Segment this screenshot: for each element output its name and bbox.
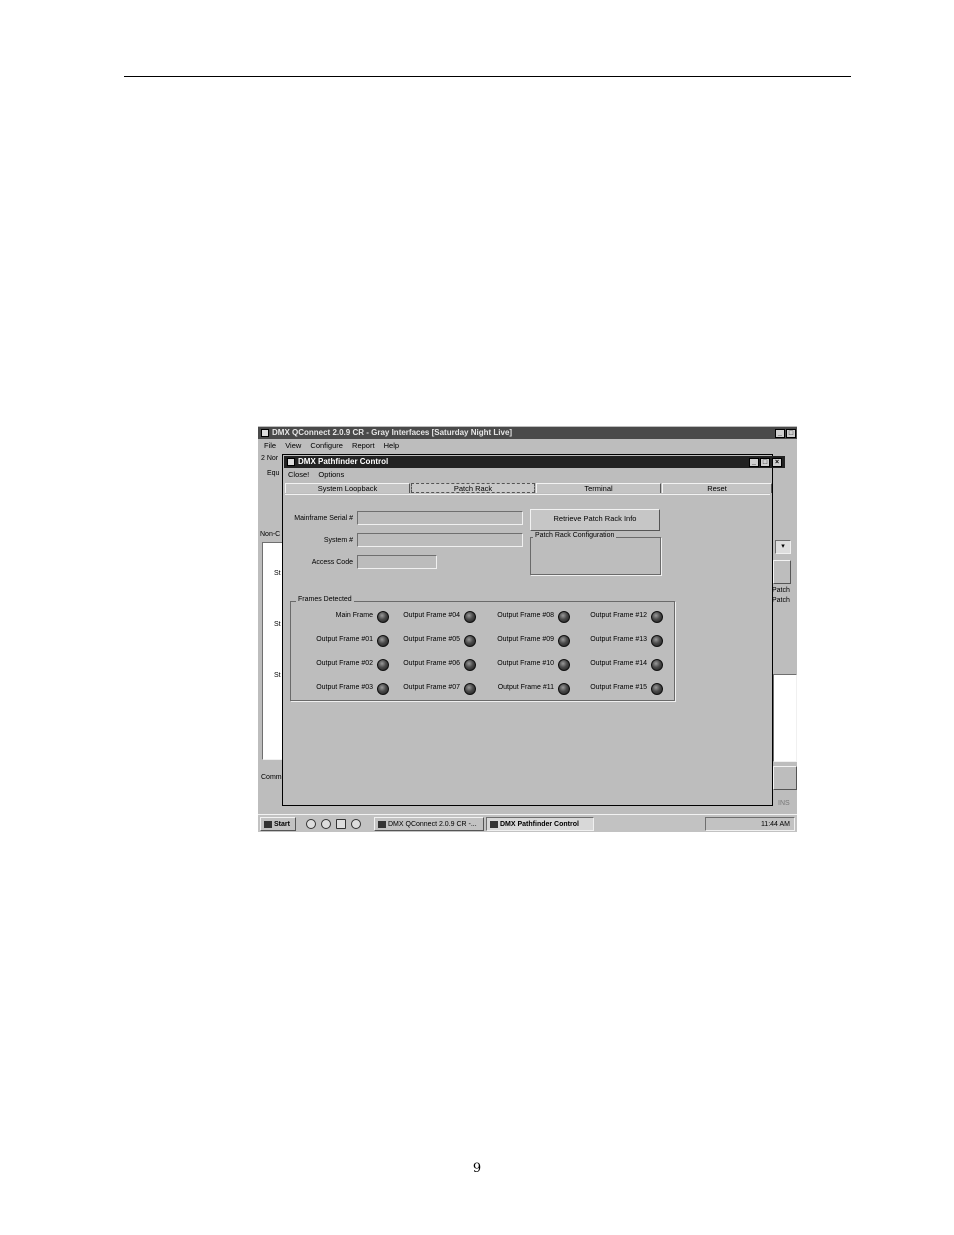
desktop-icon[interactable]	[336, 819, 346, 829]
frames-detected-title: Frames Detected	[296, 596, 354, 603]
dialog-close-icon[interactable]: ×	[772, 458, 782, 467]
led-indicator	[464, 611, 476, 623]
mainframe-serial-label: Mainframe Serial #	[294, 515, 353, 522]
main-window-titlebar[interactable]: DMX QConnect 2.0.9 CR - Gray Interfaces …	[258, 427, 797, 439]
frame-main: Main Frame	[291, 611, 391, 625]
tray-clock[interactable]: 11:44 AM	[761, 821, 790, 828]
frame-output-03: Output Frame #03	[291, 683, 391, 697]
dialog-app-icon	[287, 458, 295, 466]
start-label: Start	[274, 821, 290, 828]
windows-logo-icon	[264, 821, 272, 828]
bg-label-comm: Comm	[261, 774, 282, 781]
system-number-label: System #	[323, 537, 353, 544]
channel-icon[interactable]	[351, 819, 361, 829]
main-menubar: File View Configure Report Help	[264, 440, 406, 451]
dialog-menubar: Close! Options	[288, 469, 351, 480]
access-code-field[interactable]	[357, 555, 437, 569]
led-indicator	[464, 683, 476, 695]
dialog-minimize-icon[interactable]: _	[749, 458, 759, 467]
patch-rack-panel: Mainframe Serial # System # Access Code …	[285, 494, 770, 803]
frame-output-10: Output Frame #10	[476, 659, 572, 673]
frame-output-09: Output Frame #09	[476, 635, 572, 649]
tab-terminal[interactable]: Terminal	[536, 483, 661, 493]
pathfinder-task-icon	[490, 821, 498, 828]
bg-group-non: Non-C	[260, 531, 281, 538]
task-pathfinder[interactable]: DMX Pathfinder Control	[486, 817, 594, 831]
led-indicator	[651, 611, 663, 623]
menu-options[interactable]: Options	[318, 470, 344, 479]
screenshot: DMX QConnect 2.0.9 CR - Gray Interfaces …	[258, 426, 797, 832]
task-pathfinder-label: DMX Pathfinder Control	[500, 821, 579, 828]
led-indicator	[558, 611, 570, 623]
frame-output-11: Output Frame #11	[476, 683, 572, 697]
menu-report[interactable]: Report	[352, 441, 375, 450]
task-qconnect[interactable]: DMX QConnect 2.0.9 CR -...	[374, 817, 484, 831]
app-icon	[261, 429, 269, 437]
bg-label-patch-1: Patch	[772, 587, 790, 594]
access-code-label: Access Code	[311, 559, 353, 566]
tab-patch-rack[interactable]: Patch Rack	[411, 483, 535, 493]
bg-label-st-2: St	[274, 621, 281, 628]
pathfinder-dialog: DMX Pathfinder Control _ □ × Close! Opti…	[282, 454, 785, 806]
mail-icon[interactable]	[321, 819, 331, 829]
frame-output-15: Output Frame #15	[570, 683, 665, 697]
tool-icon[interactable]	[773, 766, 797, 790]
led-indicator	[558, 635, 570, 647]
main-window-title: DMX QConnect 2.0.9 CR - Gray Interfaces …	[272, 428, 513, 437]
patch-rack-config-title: Patch Rack Configuration	[533, 532, 617, 539]
tab-system-loopback[interactable]: System Loopback	[285, 483, 410, 493]
menu-configure[interactable]: Configure	[310, 441, 343, 450]
frame-output-01: Output Frame #01	[291, 635, 391, 649]
frames-detected-group: Frames Detected Main Frame Output Frame …	[290, 596, 675, 701]
tab-reset[interactable]: Reset	[662, 483, 772, 493]
frame-output-13: Output Frame #13	[570, 635, 665, 649]
frame-output-05: Output Frame #05	[386, 635, 478, 649]
bg-label-equ: Equ	[267, 470, 280, 477]
menu-close[interactable]: Close!	[288, 470, 309, 479]
frame-output-04: Output Frame #04	[386, 611, 478, 625]
tab-strip: System Loopback Patch Rack Terminal Rese…	[285, 483, 772, 494]
mainframe-serial-field[interactable]	[357, 511, 523, 525]
maximize-icon[interactable]: □	[786, 429, 796, 438]
frame-output-06: Output Frame #06	[386, 659, 478, 673]
patch-rack-config-group: Patch Rack Configuration	[530, 532, 661, 575]
patch-icon[interactable]	[773, 560, 791, 584]
minimize-icon[interactable]: _	[775, 429, 785, 438]
header-rule	[124, 76, 851, 77]
led-indicator	[651, 659, 663, 671]
frame-output-12: Output Frame #12	[570, 611, 665, 625]
led-indicator	[464, 659, 476, 671]
task-qconnect-label: DMX QConnect 2.0.9 CR -...	[388, 821, 477, 828]
start-button[interactable]: Start	[260, 817, 296, 831]
led-indicator	[651, 683, 663, 695]
system-number-field[interactable]	[357, 533, 523, 547]
bg-right-panel	[773, 674, 797, 762]
menu-help[interactable]: Help	[384, 441, 399, 450]
frame-output-07: Output Frame #07	[386, 683, 478, 697]
browser-icon[interactable]	[306, 819, 316, 829]
bg-label-st-3: St	[274, 672, 281, 679]
status-ins: INS	[778, 800, 790, 807]
led-indicator	[558, 683, 570, 695]
retrieve-patch-rack-button[interactable]: Retrieve Patch Rack Info	[530, 509, 660, 531]
frame-output-08: Output Frame #08	[476, 611, 572, 625]
bg-label-st-1: St	[274, 570, 281, 577]
system-tray: 11:44 AM	[705, 817, 795, 831]
led-indicator	[558, 659, 570, 671]
dialog-maximize-icon[interactable]: □	[760, 458, 770, 467]
bg-label-patch-2: Patch	[772, 597, 790, 604]
menu-file[interactable]: File	[264, 441, 276, 450]
menu-view[interactable]: View	[285, 441, 301, 450]
led-indicator	[651, 635, 663, 647]
dialog-titlebar[interactable]: DMX Pathfinder Control _ □ ×	[284, 456, 785, 468]
chevron-down-icon[interactable]: ▾	[775, 540, 791, 554]
frame-output-02: Output Frame #02	[291, 659, 391, 673]
taskbar: Start DMX QConnect 2.0.9 CR -... DMX Pat…	[258, 814, 797, 832]
frame-output-14: Output Frame #14	[570, 659, 665, 673]
qconnect-task-icon	[378, 821, 386, 828]
led-indicator	[464, 635, 476, 647]
bg-group-nor: 2 Nor	[261, 455, 279, 462]
page-number: 9	[472, 1161, 482, 1176]
dialog-title: DMX Pathfinder Control	[298, 457, 389, 466]
